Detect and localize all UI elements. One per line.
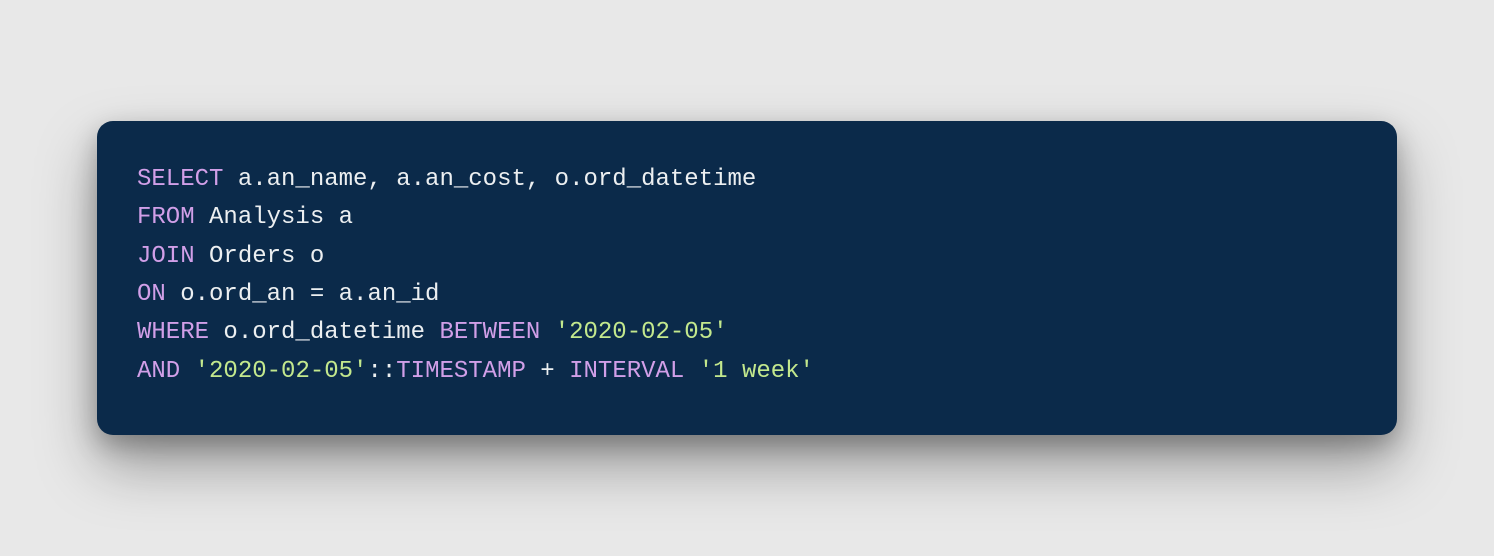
code-text [180, 358, 194, 385]
code-block-card: SELECT a.an_name, a.an_cost, o.ord_datet… [97, 121, 1397, 435]
code-text [540, 319, 554, 346]
keyword-select: SELECT [137, 166, 223, 193]
string-literal: '2020-02-05' [195, 358, 368, 385]
code-text: a.an_name, a.an_cost, o.ord_datetime [223, 166, 756, 193]
string-literal: '2020-02-05' [555, 319, 728, 346]
plus-operator: + [526, 358, 569, 385]
type-timestamp: TIMESTAMP [396, 358, 526, 385]
sql-code: SELECT a.an_name, a.an_cost, o.ord_datet… [137, 161, 1357, 391]
string-literal: '1 week' [699, 358, 814, 385]
code-text [684, 358, 698, 385]
keyword-on: ON [137, 281, 166, 308]
keyword-where: WHERE [137, 319, 209, 346]
code-text: Analysis a [195, 204, 353, 231]
keyword-between: BETWEEN [439, 319, 540, 346]
code-text: o.ord_an = a.an_id [166, 281, 440, 308]
keyword-from: FROM [137, 204, 195, 231]
code-text: o.ord_datetime [209, 319, 439, 346]
code-text: Orders o [195, 243, 325, 270]
keyword-and: AND [137, 358, 180, 385]
cast-operator: :: [367, 358, 396, 385]
keyword-join: JOIN [137, 243, 195, 270]
keyword-interval: INTERVAL [569, 358, 684, 385]
